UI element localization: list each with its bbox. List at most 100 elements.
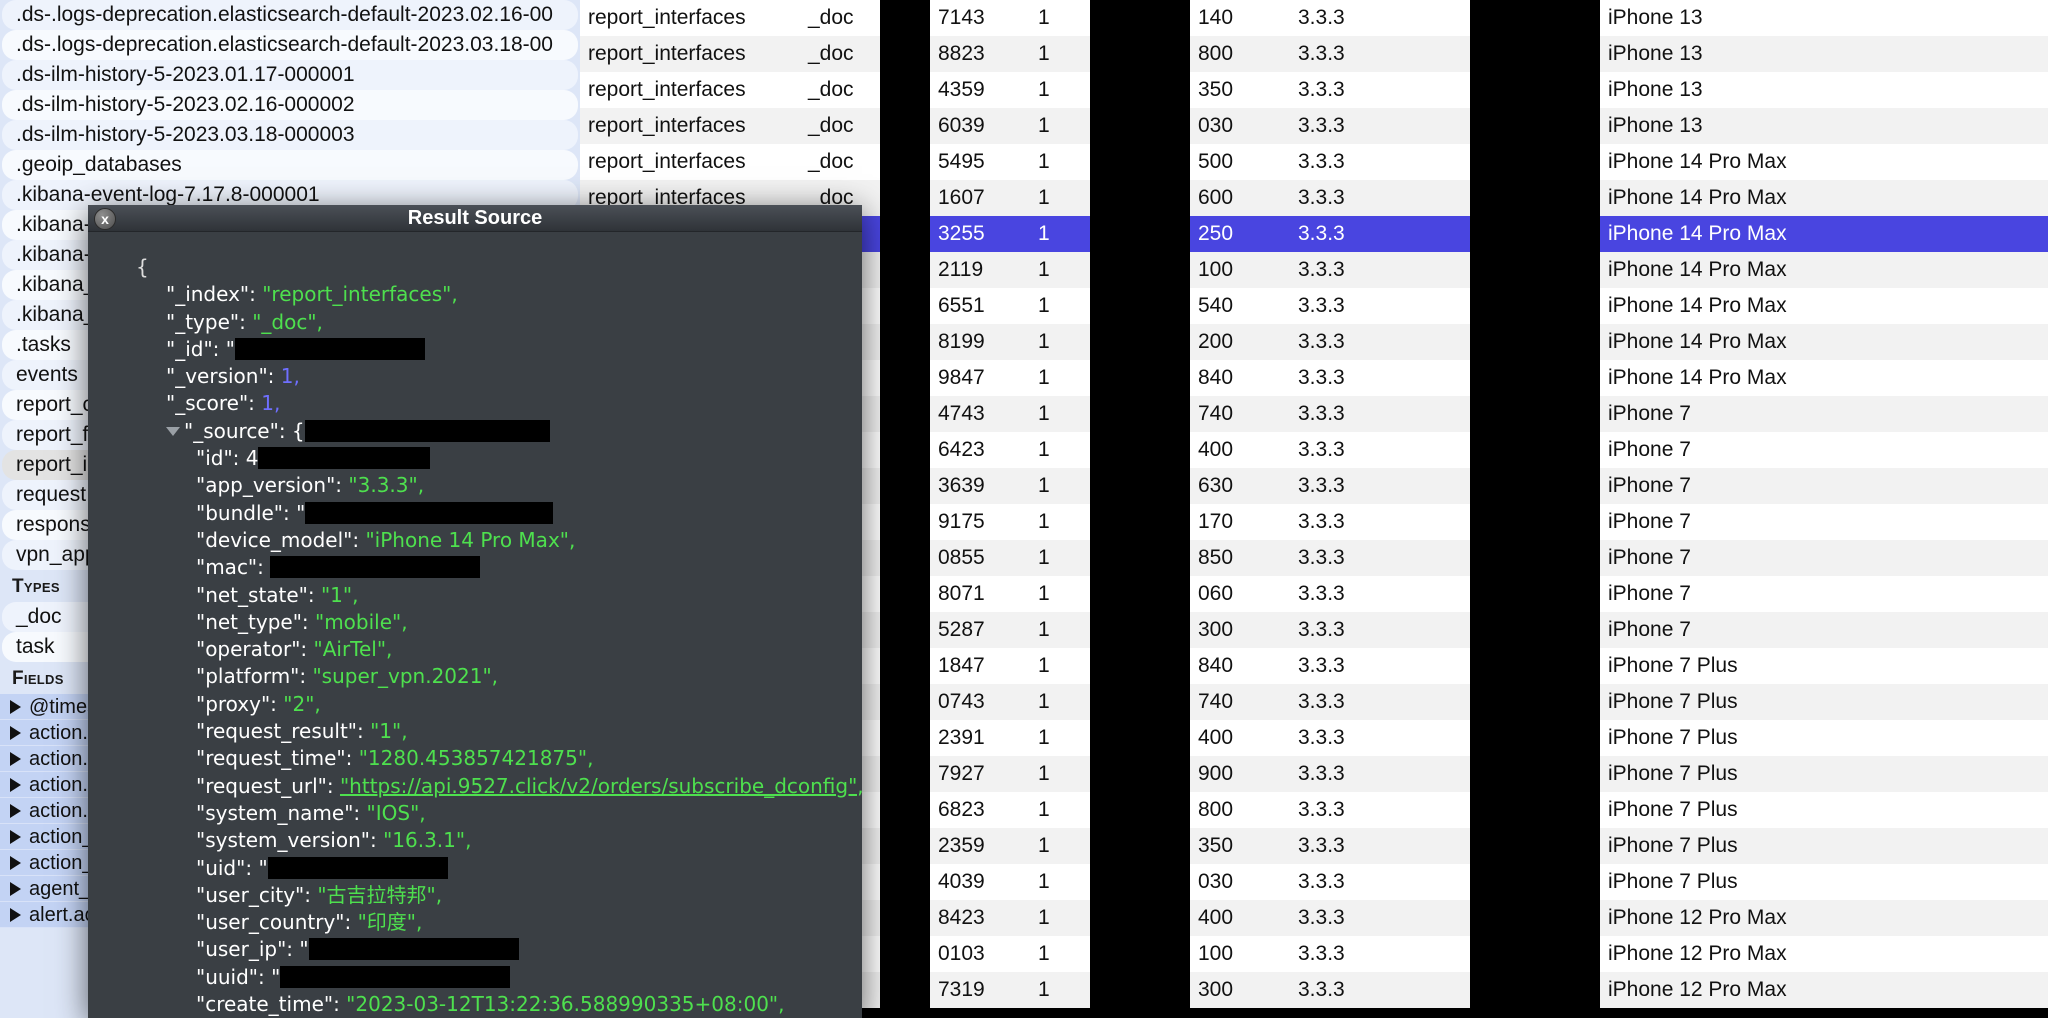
table-cell[interactable]: 630 bbox=[1190, 468, 1290, 504]
table-cell[interactable]: _doc bbox=[800, 108, 880, 144]
expand-caret-icon[interactable] bbox=[10, 856, 21, 870]
table-cell[interactable]: 1 bbox=[1030, 684, 1090, 720]
table-cell[interactable]: 900 bbox=[1190, 756, 1290, 792]
table-cell[interactable]: 8823 bbox=[930, 36, 1030, 72]
expand-caret-icon[interactable] bbox=[10, 700, 21, 714]
table-cell[interactable]: 8423 bbox=[930, 900, 1030, 936]
table-cell[interactable]: 6039 bbox=[930, 108, 1030, 144]
table-cell[interactable]: report_interfaces bbox=[580, 36, 800, 72]
table-cell[interactable]: 800 bbox=[1190, 792, 1290, 828]
table-cell[interactable]: iPhone 12 Pro Max bbox=[1600, 972, 2048, 1008]
table-cell[interactable]: 3.3.3 bbox=[1290, 612, 1470, 648]
table-cell[interactable]: 840 bbox=[1190, 648, 1290, 684]
table-cell[interactable]: 3.3.3 bbox=[1290, 36, 1470, 72]
table-cell[interactable]: 4039 bbox=[930, 864, 1030, 900]
table-cell[interactable]: 1 bbox=[1030, 468, 1090, 504]
table-cell[interactable]: iPhone 12 Pro Max bbox=[1600, 900, 2048, 936]
table-cell[interactable]: report_interfaces bbox=[580, 0, 800, 36]
table-cell[interactable]: iPhone 7 Plus bbox=[1600, 648, 2048, 684]
table-cell[interactable]: 1 bbox=[1030, 756, 1090, 792]
sidebar-index-item[interactable]: .ds-ilm-history-5-2023.01.17-000001 bbox=[2, 60, 578, 90]
expand-caret-icon[interactable] bbox=[10, 882, 21, 896]
table-cell[interactable]: 3.3.3 bbox=[1290, 216, 1470, 252]
expand-caret-icon[interactable] bbox=[10, 752, 21, 766]
table-cell[interactable]: 3.3.3 bbox=[1290, 396, 1470, 432]
table-cell[interactable]: iPhone 7 Plus bbox=[1600, 864, 2048, 900]
table-cell[interactable]: 7143 bbox=[930, 0, 1030, 36]
table-cell[interactable]: 030 bbox=[1190, 864, 1290, 900]
table-cell[interactable]: 3.3.3 bbox=[1290, 576, 1470, 612]
table-cell[interactable]: 6823 bbox=[930, 792, 1030, 828]
table-cell[interactable]: 8199 bbox=[930, 324, 1030, 360]
table-cell[interactable]: iPhone 14 Pro Max bbox=[1600, 252, 2048, 288]
table-cell[interactable]: 100 bbox=[1190, 252, 1290, 288]
json-viewer[interactable]: {"_index": "report_interfaces","_type": … bbox=[88, 232, 862, 1018]
table-cell[interactable]: 0103 bbox=[930, 936, 1030, 972]
table-cell[interactable]: 840 bbox=[1190, 360, 1290, 396]
table-cell[interactable]: 3.3.3 bbox=[1290, 432, 1470, 468]
table-cell[interactable]: 3.3.3 bbox=[1290, 324, 1470, 360]
table-cell[interactable]: _doc bbox=[800, 36, 880, 72]
table-cell[interactable]: iPhone 13 bbox=[1600, 36, 2048, 72]
table-cell[interactable]: iPhone 7 Plus bbox=[1600, 792, 2048, 828]
sidebar-index-item[interactable]: .ds-.logs-deprecation.elasticsearch-defa… bbox=[2, 0, 578, 30]
table-cell[interactable]: 1 bbox=[1030, 108, 1090, 144]
table-cell[interactable]: 350 bbox=[1190, 828, 1290, 864]
table-cell[interactable]: 1 bbox=[1030, 432, 1090, 468]
table-cell[interactable]: 200 bbox=[1190, 324, 1290, 360]
table-cell[interactable]: report_interfaces bbox=[580, 72, 800, 108]
table-cell[interactable]: 1 bbox=[1030, 504, 1090, 540]
table-cell[interactable]: 500 bbox=[1190, 144, 1290, 180]
table-cell[interactable]: iPhone 7 Plus bbox=[1600, 684, 2048, 720]
table-cell[interactable]: 1 bbox=[1030, 36, 1090, 72]
table-cell[interactable]: 030 bbox=[1190, 108, 1290, 144]
table-cell[interactable]: 3.3.3 bbox=[1290, 540, 1470, 576]
table-cell[interactable]: 1 bbox=[1030, 720, 1090, 756]
table-cell[interactable]: 3.3.3 bbox=[1290, 864, 1470, 900]
table-cell[interactable]: 1607 bbox=[930, 180, 1030, 216]
expand-caret-icon[interactable] bbox=[10, 908, 21, 922]
table-cell[interactable]: 3.3.3 bbox=[1290, 252, 1470, 288]
table-cell[interactable]: 2359 bbox=[930, 828, 1030, 864]
table-cell[interactable]: 3.3.3 bbox=[1290, 792, 1470, 828]
table-cell[interactable]: 600 bbox=[1190, 180, 1290, 216]
table-cell[interactable]: 400 bbox=[1190, 900, 1290, 936]
table-cell[interactable]: 1 bbox=[1030, 396, 1090, 432]
table-cell[interactable]: 1 bbox=[1030, 252, 1090, 288]
table-cell[interactable]: 3.3.3 bbox=[1290, 684, 1470, 720]
table-cell[interactable]: 0743 bbox=[930, 684, 1030, 720]
table-cell[interactable]: 1 bbox=[1030, 792, 1090, 828]
table-cell[interactable]: 1 bbox=[1030, 180, 1090, 216]
table-cell[interactable]: 300 bbox=[1190, 612, 1290, 648]
table-cell[interactable]: iPhone 13 bbox=[1600, 0, 2048, 36]
table-cell[interactable]: 3.3.3 bbox=[1290, 900, 1470, 936]
table-cell[interactable]: 3.3.3 bbox=[1290, 648, 1470, 684]
table-cell[interactable]: iPhone 14 Pro Max bbox=[1600, 288, 2048, 324]
json-url-value[interactable]: "https://api.9527.click/v2/orders/subscr… bbox=[340, 774, 862, 798]
table-cell[interactable]: 3.3.3 bbox=[1290, 972, 1470, 1008]
sidebar-index-item[interactable]: .ds-.logs-deprecation.elasticsearch-defa… bbox=[2, 30, 578, 60]
table-cell[interactable]: iPhone 7 bbox=[1600, 468, 2048, 504]
table-cell[interactable]: 2119 bbox=[930, 252, 1030, 288]
table-cell[interactable]: 9175 bbox=[930, 504, 1030, 540]
table-cell[interactable]: 740 bbox=[1190, 396, 1290, 432]
expand-caret-icon[interactable] bbox=[10, 726, 21, 740]
table-cell[interactable]: iPhone 7 bbox=[1600, 612, 2048, 648]
table-cell[interactable]: 3.3.3 bbox=[1290, 828, 1470, 864]
table-cell[interactable]: iPhone 7 Plus bbox=[1600, 828, 2048, 864]
sidebar-index-item[interactable]: .geoip_databases bbox=[2, 150, 578, 180]
expand-caret-icon[interactable] bbox=[10, 830, 21, 844]
table-cell[interactable]: 3.3.3 bbox=[1290, 180, 1470, 216]
table-cell[interactable]: iPhone 14 Pro Max bbox=[1600, 360, 2048, 396]
table-cell[interactable]: iPhone 13 bbox=[1600, 108, 2048, 144]
table-cell[interactable]: 350 bbox=[1190, 72, 1290, 108]
table-cell[interactable]: 1 bbox=[1030, 0, 1090, 36]
table-cell[interactable]: 4743 bbox=[930, 396, 1030, 432]
table-cell[interactable]: iPhone 7 Plus bbox=[1600, 756, 2048, 792]
table-cell[interactable]: 170 bbox=[1190, 504, 1290, 540]
table-cell[interactable]: 1 bbox=[1030, 576, 1090, 612]
table-cell[interactable]: 060 bbox=[1190, 576, 1290, 612]
table-cell[interactable]: iPhone 7 bbox=[1600, 504, 2048, 540]
table-cell[interactable]: 140 bbox=[1190, 0, 1290, 36]
table-cell[interactable]: 3255 bbox=[930, 216, 1030, 252]
